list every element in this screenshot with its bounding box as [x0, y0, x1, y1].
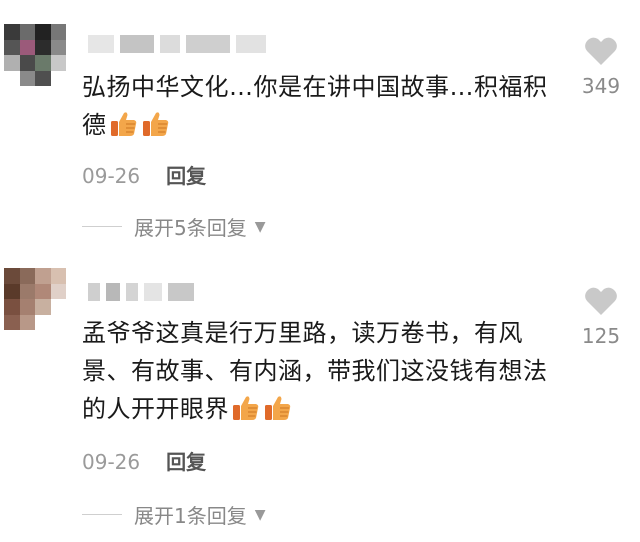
like-count: 125: [581, 324, 621, 348]
comment-text: 弘扬中华文化…你是在讲中国故事…积福积德: [82, 68, 552, 144]
comment-date: 09-26: [82, 164, 141, 188]
heart-icon[interactable]: [584, 36, 618, 66]
caret-down-icon[interactable]: ▼: [255, 507, 266, 523]
reply-button[interactable]: 回复: [166, 450, 206, 474]
heart-icon[interactable]: [584, 286, 618, 316]
expand-replies-label[interactable]: 展开5条回复: [134, 212, 247, 241]
like-count: 349: [581, 74, 621, 98]
expand-replies-label[interactable]: 展开1条回复: [134, 500, 247, 529]
thumbs-up-icon: [233, 396, 259, 420]
avatar[interactable]: [4, 24, 66, 86]
comment-meta: 09-26 回复: [82, 160, 206, 189]
comment-date: 09-26: [82, 450, 141, 474]
thumbs-up-icon: [142, 112, 168, 136]
comment-text-body: 孟爷爷这真是行万里路，读万卷书，有风景、有故事、有内涵，带我们这没钱有想法的人开…: [82, 319, 548, 423]
like-button[interactable]: 349: [576, 36, 626, 98]
username[interactable]: [88, 282, 194, 302]
caret-down-icon[interactable]: ▼: [255, 219, 266, 235]
username[interactable]: [88, 34, 266, 54]
divider-line: [82, 226, 122, 227]
thumbs-up-icon: [110, 112, 136, 136]
divider-line: [82, 514, 122, 515]
comment-text: 孟爷爷这真是行万里路，读万卷书，有风景、有故事、有内涵，带我们这没钱有想法的人开…: [82, 314, 552, 428]
like-button[interactable]: 125: [576, 286, 626, 348]
reply-button[interactable]: 回复: [166, 164, 206, 188]
thumbs-up-icon: [265, 396, 291, 420]
avatar[interactable]: [4, 268, 66, 330]
expand-replies-button[interactable]: 展开5条回复 ▼: [82, 212, 266, 241]
comment-meta: 09-26 回复: [82, 446, 206, 475]
expand-replies-button[interactable]: 展开1条回复 ▼: [82, 500, 266, 529]
